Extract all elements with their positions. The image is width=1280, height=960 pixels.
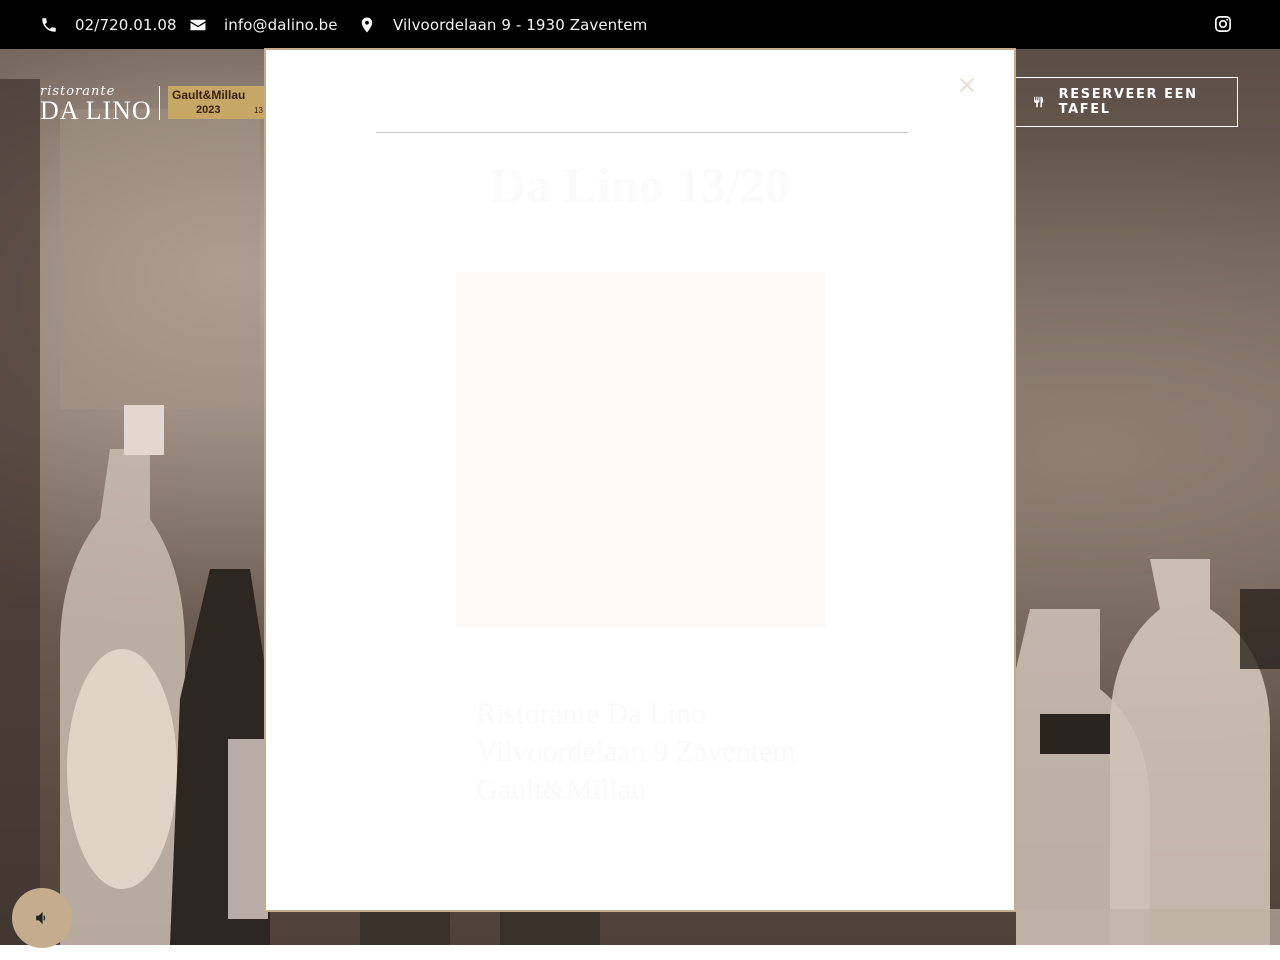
utensils-icon: [1034, 96, 1044, 108]
sound-toggle-button[interactable]: [12, 888, 72, 948]
badge-score: 13: [254, 106, 263, 115]
gault-millau-badge: Gault&Millau 2023 13: [168, 86, 264, 119]
modal-body-line: Ristorante Da Lino: [476, 697, 706, 730]
modal-body: Ristorante Da Lino Vilvoordelaan 9 Zaven…: [476, 695, 836, 809]
email-address: info@dalino.be: [224, 15, 338, 34]
reserve-table-button[interactable]: RESERVEER EEN TAFEL: [1016, 77, 1238, 127]
modal-image: [456, 272, 826, 627]
map-marker-icon: [361, 17, 373, 32]
site-logo[interactable]: ristorante DA LINO: [40, 84, 152, 126]
page-bottom-edge: [0, 945, 1280, 960]
instagram-icon[interactable]: [1214, 15, 1232, 33]
topbar-email[interactable]: info@dalino.be: [189, 0, 338, 49]
reserve-label: RESERVEER EEN TAFEL: [1058, 87, 1198, 117]
popup-modal[interactable]: Da Lino 13/20 Ristorante Da Lino Vilvoor…: [264, 48, 1016, 912]
phone-icon: [42, 17, 56, 32]
modal-divider: [376, 132, 908, 133]
street-address: Vilvoordelaan 9 - 1930 Zaventem: [393, 15, 648, 34]
phone-number: 02/720.01.08: [75, 15, 177, 34]
modal-body-line: Vilvoordelaan 9 Zaventem: [476, 735, 796, 768]
topbar-phone[interactable]: 02/720.01.08: [40, 0, 177, 49]
envelope-icon: [190, 19, 206, 30]
badge-title: Gault&Millau: [172, 88, 246, 102]
badge-year: 2023: [196, 104, 221, 116]
volume-icon: [36, 911, 46, 925]
logo-divider: [159, 86, 160, 120]
close-icon[interactable]: [956, 74, 978, 96]
topbar-address[interactable]: Vilvoordelaan 9 - 1930 Zaventem: [358, 0, 647, 49]
modal-body-line: Gault&Millau: [476, 773, 646, 806]
logo-main-text: DA LINO: [40, 96, 152, 125]
modal-title: Da Lino 13/20: [489, 157, 791, 213]
topbar: 02/720.01.08 info@dalino.be Vilvoordelaa…: [0, 0, 1280, 49]
